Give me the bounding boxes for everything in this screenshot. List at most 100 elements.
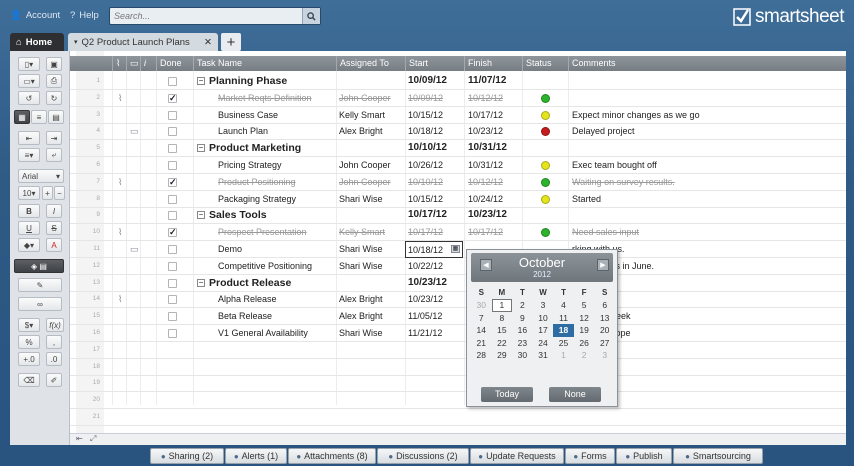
- assigned-to[interactable]: Alex Bright: [339, 123, 403, 140]
- task-name[interactable]: [218, 409, 334, 426]
- calendar-day[interactable]: 18: [553, 324, 574, 337]
- header-comments[interactable]: Comments: [568, 56, 846, 71]
- calendar-day[interactable]: 22: [492, 337, 513, 350]
- paperclip-icon[interactable]: ⌇: [118, 90, 122, 107]
- header-task-name[interactable]: Task Name: [193, 56, 336, 71]
- attachment-tab[interactable]: ● Attachments (8): [288, 448, 376, 464]
- start-date[interactable]: [408, 409, 463, 426]
- search-input[interactable]: Search...: [114, 11, 150, 21]
- table-row[interactable]: 4 ▭ Launch Plan Alex Bright 10/18/12 10/23/12…: [70, 123, 846, 141]
- row-number[interactable]: 18: [76, 359, 100, 376]
- assigned-to[interactable]: Shari Wise: [339, 241, 403, 258]
- comment[interactable]: [572, 90, 842, 107]
- calendar-day[interactable]: 1: [553, 349, 574, 362]
- expand-icon[interactable]: ⤢: [90, 434, 96, 444]
- task-name[interactable]: [218, 359, 334, 376]
- row-number[interactable]: 15: [76, 308, 100, 325]
- tab-menu-icon[interactable]: ▾: [74, 38, 78, 46]
- task-name[interactable]: Prospect Presentation: [218, 224, 334, 241]
- done-checkbox[interactable]: [168, 245, 177, 254]
- font-select[interactable]: Arial ▾: [18, 169, 64, 183]
- thousands-button[interactable]: ,: [46, 335, 62, 349]
- row-number[interactable]: 9: [76, 207, 100, 224]
- start-date[interactable]: 11/21/12: [408, 325, 463, 342]
- assigned-to[interactable]: [339, 392, 403, 409]
- fill-color-button[interactable]: ◆▾: [18, 238, 40, 252]
- assigned-to[interactable]: Alex Bright: [339, 291, 403, 308]
- clear-format-button[interactable]: ⌫: [18, 373, 40, 387]
- task-name[interactable]: Demo: [218, 241, 334, 258]
- search-box[interactable]: Search...: [109, 7, 321, 25]
- collapse-icon[interactable]: −: [197, 144, 205, 153]
- calendar-day[interactable]: 26: [574, 337, 595, 350]
- row-number[interactable]: 3: [76, 107, 100, 124]
- calendar-day[interactable]: 14: [471, 324, 492, 337]
- table-row[interactable]: 8 Packaging Strategy Shari Wise 10/15/12 10/…: [70, 191, 846, 208]
- assigned-to[interactable]: Kelly Smart: [339, 107, 403, 124]
- header-status[interactable]: Status: [522, 56, 568, 71]
- paperclip-icon[interactable]: ⌇: [118, 291, 122, 308]
- discussion-column-header[interactable]: ▭: [126, 56, 140, 71]
- calendar-day[interactable]: 8: [492, 312, 513, 325]
- table-row[interactable]: 6 Pricing Strategy John Cooper 10/26/12 10/3…: [70, 157, 846, 174]
- start-date[interactable]: [408, 359, 463, 376]
- comment[interactable]: Exec team bought off: [572, 157, 842, 174]
- calendar-day[interactable]: 30: [471, 299, 492, 312]
- decimal-decrease-button[interactable]: .0: [46, 352, 62, 366]
- search-button[interactable]: [302, 8, 320, 24]
- done-checkbox[interactable]: [168, 144, 177, 154]
- table-row[interactable]: 17: [70, 342, 846, 359]
- outdent-button[interactable]: ⇤: [18, 131, 40, 145]
- calendar-day[interactable]: 1: [491, 299, 513, 312]
- alert-tab[interactable]: ● Alerts (1): [225, 448, 287, 464]
- help-link[interactable]: ? Help: [70, 10, 99, 21]
- gantt-view-button[interactable]: ≡: [31, 110, 47, 124]
- start-date[interactable]: 11/05/12: [408, 308, 463, 325]
- row-number[interactable]: 5: [76, 140, 100, 157]
- calendar-day[interactable]: 15: [492, 324, 513, 337]
- table-row[interactable]: 14 ⌇ Alpha Release Alex Bright 10/23/12: [70, 291, 846, 309]
- comment-icon[interactable]: ▭: [130, 123, 139, 140]
- close-icon[interactable]: ✕: [204, 37, 212, 48]
- status-red-icon[interactable]: [541, 127, 550, 137]
- comment[interactable]: Delayed project: [572, 123, 842, 140]
- row-number[interactable]: 6: [76, 157, 100, 174]
- header-start[interactable]: Start: [405, 56, 464, 71]
- start-date[interactable]: 10/09/12: [408, 90, 463, 107]
- calendar-day[interactable]: 9: [512, 312, 533, 325]
- refresh-button[interactable]: ↻: [46, 91, 62, 105]
- calendar-day[interactable]: 30: [512, 349, 533, 362]
- start-date[interactable]: 10/09/12: [408, 73, 463, 90]
- row-number[interactable]: 12: [76, 258, 100, 275]
- attachment-column-header[interactable]: ⌇: [112, 56, 126, 71]
- done-checkbox[interactable]: [168, 329, 177, 338]
- task-name[interactable]: Business Case: [218, 107, 334, 124]
- calendar-day[interactable]: 20: [594, 324, 615, 337]
- finish-date[interactable]: [468, 409, 520, 426]
- done-checkbox[interactable]: [168, 278, 177, 288]
- comment[interactable]: Started: [572, 191, 842, 208]
- table-row[interactable]: 13 − Product Release 10/23/12: [70, 275, 846, 292]
- start-date[interactable]: 10/15/12: [408, 191, 463, 208]
- status-green-icon[interactable]: [541, 177, 550, 187]
- text-color-button[interactable]: A: [46, 238, 62, 252]
- tab-home[interactable]: ⌂ Home: [10, 33, 64, 51]
- table-row[interactable]: 20: [70, 392, 846, 410]
- comment[interactable]: Expect minor changes as we go: [572, 107, 842, 124]
- finish-date[interactable]: 10/17/12: [468, 224, 520, 241]
- row-number[interactable]: 20: [76, 392, 100, 409]
- comment[interactable]: Need sales input: [572, 224, 842, 241]
- table-row[interactable]: 5 − Product Marketing 10/10/12 10/31/12: [70, 140, 846, 158]
- format-painter-button[interactable]: ✎: [18, 278, 62, 292]
- finish-date[interactable]: 10/31/12: [468, 140, 520, 157]
- calendar-view-button[interactable]: ▤: [48, 110, 64, 124]
- forms-tab[interactable]: ● Forms: [565, 448, 615, 464]
- assigned-to[interactable]: Alex Bright: [339, 308, 403, 325]
- done-checkbox[interactable]: ✓: [168, 228, 177, 238]
- assigned-to[interactable]: [339, 359, 403, 376]
- calendar-day[interactable]: 12: [574, 312, 595, 325]
- calendar-day[interactable]: 29: [492, 349, 513, 362]
- task-name[interactable]: Product Marketing: [209, 140, 334, 157]
- row-number[interactable]: 17: [76, 342, 100, 359]
- today-button[interactable]: Today: [481, 387, 533, 402]
